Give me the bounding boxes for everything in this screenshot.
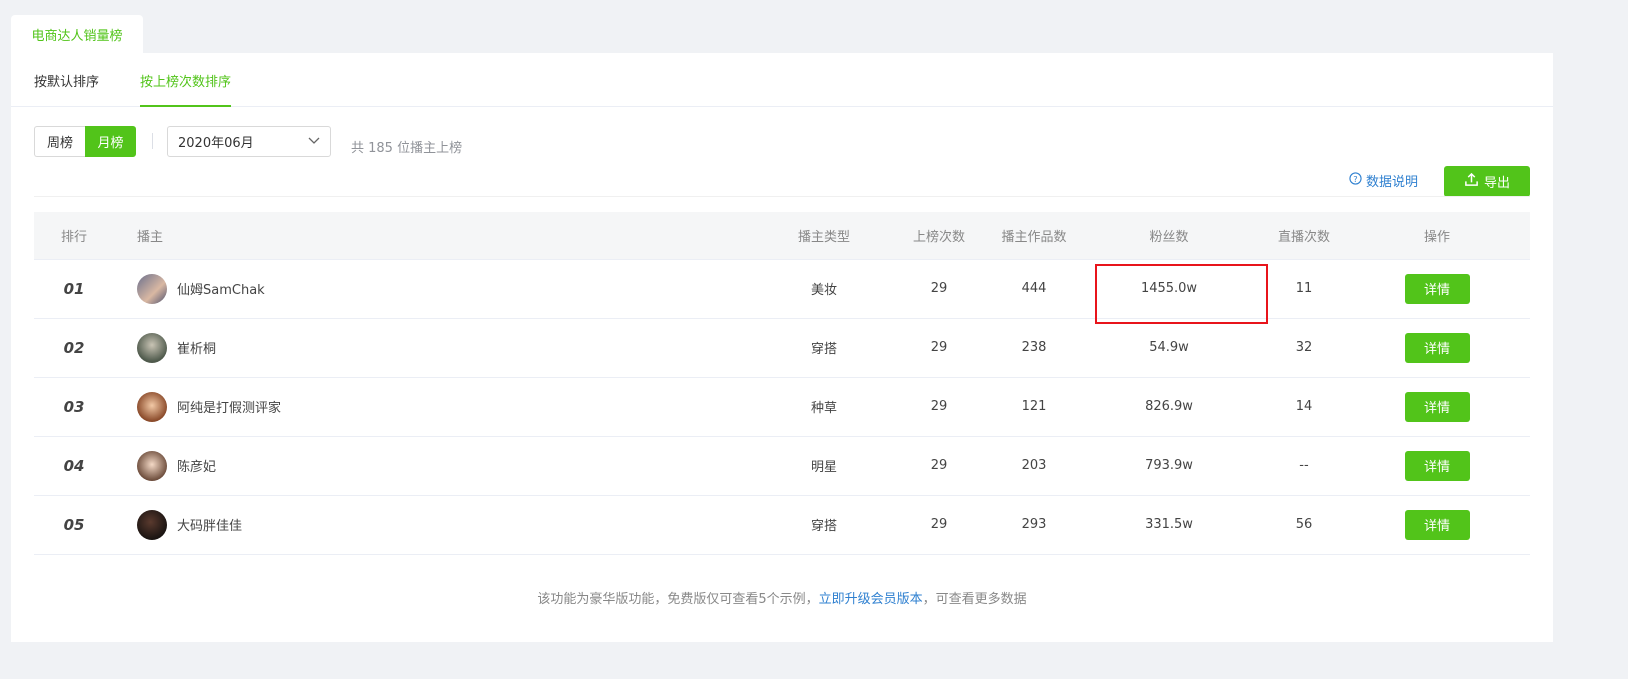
table-row: 03 阿纯是打假测评家 种草 29 121 826.9w 14 详情: [34, 377, 1530, 437]
sort-tabs: 按默认排序 按上榜次数排序: [11, 53, 1553, 107]
ranking-table: 排行 播主 播主类型 上榜次数 播主作品数 粉丝数 直播次数 操作 01 仙姆S…: [34, 212, 1530, 555]
svg-text:?: ?: [1353, 174, 1357, 184]
tab-label: 电商达人销量榜: [31, 28, 123, 44]
detail-button[interactable]: 详情: [1404, 509, 1470, 540]
live-count: 56: [1264, 495, 1344, 555]
export-label: 导出: [1483, 176, 1510, 191]
anchor-name[interactable]: 崔析桐: [177, 338, 216, 357]
live-count: 32: [1264, 318, 1344, 378]
table-row: 01 仙姆SamChak 美妆 29 444 1455.0w 11 详情: [34, 259, 1530, 319]
month-select[interactable]: 2020年06月: [167, 126, 331, 157]
tab-sort-by-times-label: 按上榜次数排序: [140, 74, 232, 90]
avatar[interactable]: [137, 332, 167, 363]
live-count: --: [1264, 436, 1344, 496]
anchor-type: 明星: [764, 436, 884, 496]
fans-count: 1455.0w: [1074, 259, 1264, 319]
total-count-text: 共 185 位播主上榜: [351, 141, 463, 156]
header-anchor-type: 播主类型: [764, 212, 884, 260]
divider: [34, 196, 1530, 197]
rank-number: 05: [63, 515, 85, 534]
tab-ecommerce-sales-ranking[interactable]: 电商达人销量榜: [11, 15, 143, 53]
tab-sort-default-label: 按默认排序: [34, 74, 100, 90]
main-panel: 按默认排序 按上榜次数排序 周榜 月榜 2020年06月 共 185 位播主上榜…: [11, 53, 1553, 642]
live-count: 11: [1264, 259, 1344, 319]
avatar[interactable]: [137, 273, 167, 304]
upgrade-notice: 该功能为豪华版功能，免费版仅可查看5个示例，立即升级会员版本，可查看更多数据: [11, 588, 1553, 607]
anchor-name[interactable]: 阿纯是打假测评家: [177, 397, 281, 416]
works-count: 121: [994, 377, 1074, 437]
anchor-type: 穿搭: [764, 318, 884, 378]
chevron-down-icon: [308, 134, 320, 149]
header-rank: 排行: [34, 212, 114, 260]
anchor-type: 种草: [764, 377, 884, 437]
upgrade-link[interactable]: 立即升级会员版本: [819, 592, 923, 607]
fans-count: 826.9w: [1074, 377, 1264, 437]
table-row: 05 大码胖佳佳 穿搭 29 293 331.5w 56 详情: [34, 495, 1530, 555]
anchor-name[interactable]: 陈彦妃: [177, 456, 216, 475]
detail-button[interactable]: 详情: [1404, 450, 1470, 481]
header-action: 操作: [1344, 212, 1530, 260]
works-count: 238: [994, 318, 1074, 378]
divider: [152, 133, 153, 149]
export-icon: [1464, 172, 1479, 191]
tab-sort-default[interactable]: 按默认排序: [34, 53, 99, 107]
rank-number: 01: [63, 279, 85, 298]
month-select-value: 2020年06月: [178, 136, 254, 151]
export-button[interactable]: 导出: [1444, 166, 1530, 197]
header-live-count: 直播次数: [1264, 212, 1344, 260]
upgrade-notice-prefix: 该功能为豪华版功能，免费版仅可查看5个示例，: [537, 592, 819, 607]
anchor-name[interactable]: 仙姆SamChak: [177, 279, 265, 298]
weekly-button[interactable]: 周榜: [34, 126, 85, 157]
data-note-link[interactable]: ? 数据说明: [1349, 171, 1418, 190]
works-count: 203: [994, 436, 1074, 496]
avatar[interactable]: [137, 450, 167, 481]
ranked-times: 29: [884, 377, 994, 437]
tab-sort-by-times[interactable]: 按上榜次数排序: [140, 53, 232, 107]
header-fans: 粉丝数: [1074, 212, 1264, 260]
table-header-row: 排行 播主 播主类型 上榜次数 播主作品数 粉丝数 直播次数 操作: [34, 212, 1530, 260]
period-toggle: 周榜 月榜: [34, 126, 136, 157]
fans-count: 331.5w: [1074, 495, 1264, 555]
avatar[interactable]: [137, 509, 167, 540]
works-count: 293: [994, 495, 1074, 555]
works-count: 444: [994, 259, 1074, 319]
anchor-type: 穿搭: [764, 495, 884, 555]
ranked-times: 29: [884, 436, 994, 496]
detail-button[interactable]: 详情: [1404, 273, 1470, 304]
anchor-name[interactable]: 大码胖佳佳: [177, 515, 242, 534]
live-count: 14: [1264, 377, 1344, 437]
anchor-type: 美妆: [764, 259, 884, 319]
rank-number: 03: [63, 397, 85, 416]
fans-count: 54.9w: [1074, 318, 1264, 378]
question-circle-icon: ?: [1349, 172, 1362, 189]
fans-count: 793.9w: [1074, 436, 1264, 496]
header-anchor: 播主: [114, 212, 764, 260]
header-ranked-times: 上榜次数: [884, 212, 994, 260]
table-row: 02 崔析桐 穿搭 29 238 54.9w 32 详情: [34, 318, 1530, 378]
rank-number: 04: [63, 456, 85, 475]
data-note-label: 数据说明: [1366, 175, 1419, 190]
monthly-button[interactable]: 月榜: [85, 126, 136, 157]
detail-button[interactable]: 详情: [1404, 391, 1470, 422]
header-works-count: 播主作品数: [994, 212, 1074, 260]
detail-button[interactable]: 详情: [1404, 332, 1470, 363]
ranked-times: 29: [884, 495, 994, 555]
upgrade-notice-suffix: ，可查看更多数据: [922, 592, 1027, 607]
avatar[interactable]: [137, 391, 167, 422]
ranked-times: 29: [884, 259, 994, 319]
rank-number: 02: [63, 338, 85, 357]
ranked-times: 29: [884, 318, 994, 378]
table-row: 04 陈彦妃 明星 29 203 793.9w -- 详情: [34, 436, 1530, 496]
